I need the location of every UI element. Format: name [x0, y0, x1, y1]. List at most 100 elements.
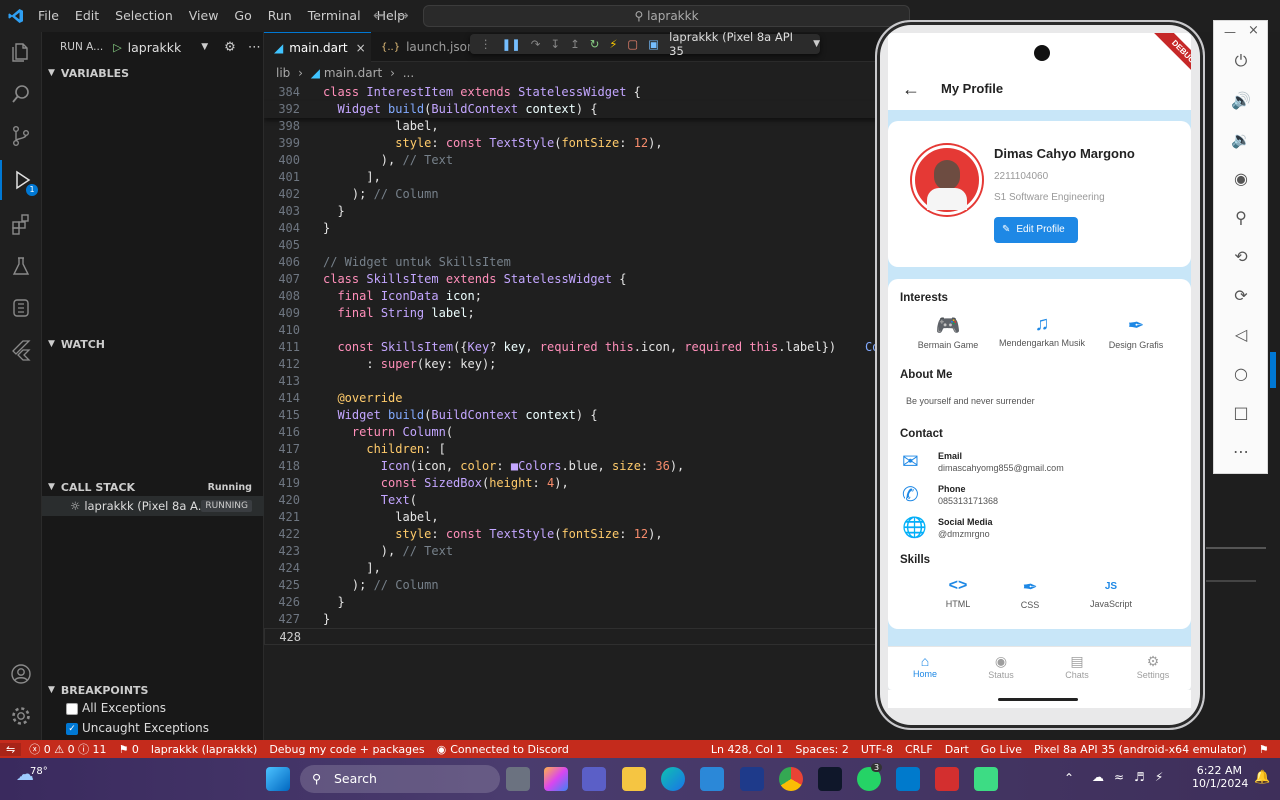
- code-line[interactable]: 422 style: const TextStyle(fontSize: 12)…: [264, 526, 880, 543]
- code-line[interactable]: 399 style: const TextStyle(fontSize: 12)…: [264, 135, 880, 152]
- step-over-icon[interactable]: ↷: [531, 37, 541, 51]
- vscode-taskbar-icon[interactable]: [896, 767, 920, 791]
- code-line[interactable]: 400 ), // Text: [264, 152, 880, 169]
- code-line[interactable]: 406 // Widget untuk SkillsItem: [264, 254, 880, 271]
- breakpoints-section-header[interactable]: ▼ BREAKPOINTS: [42, 679, 264, 701]
- testing-icon[interactable]: [0, 246, 42, 286]
- breadcrumb-file[interactable]: main.dart: [324, 66, 382, 80]
- edge-icon[interactable]: [661, 767, 685, 791]
- code-line[interactable]: 402 ); // Column: [264, 186, 880, 203]
- android-studio-icon[interactable]: [818, 767, 842, 791]
- breakpoint-uncaught-exceptions[interactable]: ✓ Uncaught Exceptions: [66, 721, 209, 735]
- sticky-scroll-line[interactable]: 392 Widget build(BuildContext context) {: [264, 101, 880, 118]
- code-line[interactable]: 410: [264, 322, 880, 339]
- breakpoint-all-exceptions[interactable]: All Exceptions: [66, 701, 166, 715]
- remote-icon[interactable]: ⇋: [0, 742, 22, 756]
- problems-status[interactable]: ⓧ 0 ⚠ 0 ⓘ 11: [29, 741, 106, 757]
- volume-up-icon[interactable]: 🔊: [1227, 89, 1255, 113]
- back-arrow-icon[interactable]: ←: [373, 8, 385, 24]
- nav-chats[interactable]: ▤ Chats: [1054, 653, 1100, 680]
- emulator-icon[interactable]: [974, 767, 998, 791]
- minimize-icon[interactable]: —: [1224, 25, 1236, 39]
- ports-status[interactable]: ⚑ 0: [119, 743, 139, 756]
- weather-widget[interactable]: ☁ 78°: [16, 764, 48, 785]
- explorer-icon[interactable]: [0, 32, 42, 72]
- menu-go[interactable]: Go: [226, 0, 259, 32]
- code-editor[interactable]: 384 class InterestItem extends StatelessW…: [264, 84, 880, 740]
- gear-icon[interactable]: ⚙: [224, 40, 236, 55]
- code-line[interactable]: 401 ],: [264, 169, 880, 186]
- menu-run[interactable]: Run: [260, 0, 300, 32]
- watch-section-header[interactable]: ▼ WATCH: [42, 333, 264, 355]
- start-debugging-play-icon[interactable]: ▷: [113, 41, 121, 54]
- launch-config-select[interactable]: laprakkk: [128, 40, 182, 55]
- menu-edit[interactable]: Edit: [67, 0, 107, 32]
- back-triangle-icon[interactable]: ◁: [1227, 323, 1255, 347]
- git-graph-icon[interactable]: [0, 288, 42, 328]
- rotate-right-icon[interactable]: ⟳: [1227, 284, 1255, 308]
- discord-status[interactable]: Connected to Discord: [450, 743, 569, 756]
- cursor-position[interactable]: Ln 428, Col 1: [711, 743, 784, 756]
- app-icon[interactable]: [740, 767, 764, 791]
- code-line[interactable]: 404}: [264, 220, 880, 237]
- contact-value[interactable]: 085313171368: [938, 496, 998, 506]
- chevron-down-icon[interactable]: ▼: [813, 39, 820, 49]
- code-line[interactable]: 424 ],: [264, 560, 880, 577]
- command-center-search[interactable]: ⚲ laprakkk: [423, 5, 910, 27]
- breadcrumb-symbol[interactable]: ...: [403, 66, 414, 80]
- code-line[interactable]: 407 class SkillsItem extends StatelessWid…: [264, 271, 880, 288]
- notification-icon[interactable]: 🔔: [1254, 770, 1270, 785]
- eol-status[interactable]: CRLF: [905, 743, 933, 756]
- code-line[interactable]: 398 label,: [264, 118, 880, 135]
- contact-value[interactable]: dimascahyomg855@gmail.com: [938, 463, 1064, 473]
- more-icon[interactable]: ⋯: [1227, 440, 1255, 464]
- menu-terminal[interactable]: Terminal: [300, 0, 369, 32]
- power-icon[interactable]: ⏻: [1227, 49, 1255, 73]
- device-status[interactable]: Pixel 8a API 35 (android-x64 emulator): [1034, 743, 1247, 756]
- zoom-icon[interactable]: ⚲: [1227, 206, 1255, 230]
- code-line[interactable]: 425 ); // Column: [264, 577, 880, 594]
- pause-icon[interactable]: ❚❚: [502, 37, 521, 51]
- code-line[interactable]: 416 return Column(: [264, 424, 880, 441]
- taskbar-search[interactable]: ⚲ Search: [300, 765, 500, 793]
- whatsapp-icon[interactable]: 3: [857, 763, 883, 791]
- debug-target-status[interactable]: laprakkk (laprakkk): [151, 743, 257, 756]
- search-view-icon[interactable]: [0, 74, 42, 114]
- account-icon[interactable]: [0, 654, 42, 694]
- tray-chevron-icon[interactable]: ⌃: [1064, 771, 1074, 785]
- close-icon[interactable]: ×: [356, 41, 366, 55]
- nav-settings[interactable]: ⚙ Settings: [1130, 653, 1176, 680]
- debug-mode-status[interactable]: Debug my code + packages: [269, 743, 424, 756]
- more-actions-icon[interactable]: ⋯: [248, 40, 261, 55]
- code-line[interactable]: 409 final String label;: [264, 305, 880, 322]
- checkbox-unchecked-icon[interactable]: [66, 702, 78, 715]
- call-stack-section-header[interactable]: ▼ CALL STACK Running: [42, 476, 264, 498]
- step-out-icon[interactable]: ↥: [570, 37, 580, 51]
- code-line[interactable]: 428: [264, 628, 880, 645]
- inspector-icon[interactable]: ▣: [648, 37, 659, 51]
- contact-value[interactable]: @dmzmrgno: [938, 529, 990, 539]
- run-debug-icon[interactable]: 1: [0, 160, 42, 200]
- code-line[interactable]: 421 label,: [264, 509, 880, 526]
- stop-icon[interactable]: ▢: [627, 37, 638, 51]
- debug-device-select[interactable]: laprakkk (Pixel 8a API 35: [669, 30, 803, 58]
- tab-main-dart[interactable]: ◢ main.dart ×: [264, 32, 371, 62]
- volume-down-icon[interactable]: 🔉: [1227, 128, 1255, 152]
- checkbox-checked-icon[interactable]: ✓: [66, 722, 78, 735]
- edit-profile-button[interactable]: ✎ Edit Profile: [994, 217, 1078, 243]
- scrollbar-thumb[interactable]: [1270, 352, 1276, 388]
- overview-square-icon[interactable]: □: [1227, 401, 1255, 425]
- menu-selection[interactable]: Selection: [107, 0, 181, 32]
- code-line[interactable]: 423 ), // Text: [264, 543, 880, 560]
- camera-icon[interactable]: ◉: [1227, 167, 1255, 191]
- clock[interactable]: 6:22 AM 10/1/2024: [1192, 764, 1248, 790]
- restart-icon[interactable]: ↻: [590, 37, 600, 51]
- tab-launch-json[interactable]: {..} launch.json: [371, 32, 475, 62]
- code-line[interactable]: 426 }: [264, 594, 880, 611]
- step-into-icon[interactable]: ↧: [550, 37, 560, 51]
- teams-icon[interactable]: [582, 767, 606, 791]
- back-arrow-icon[interactable]: ←: [902, 79, 920, 100]
- code-line[interactable]: 418 Icon(icon, color: ■Colors.blue, size…: [264, 458, 880, 475]
- indentation-status[interactable]: Spaces: 2: [795, 743, 848, 756]
- task-view-icon[interactable]: [506, 767, 530, 791]
